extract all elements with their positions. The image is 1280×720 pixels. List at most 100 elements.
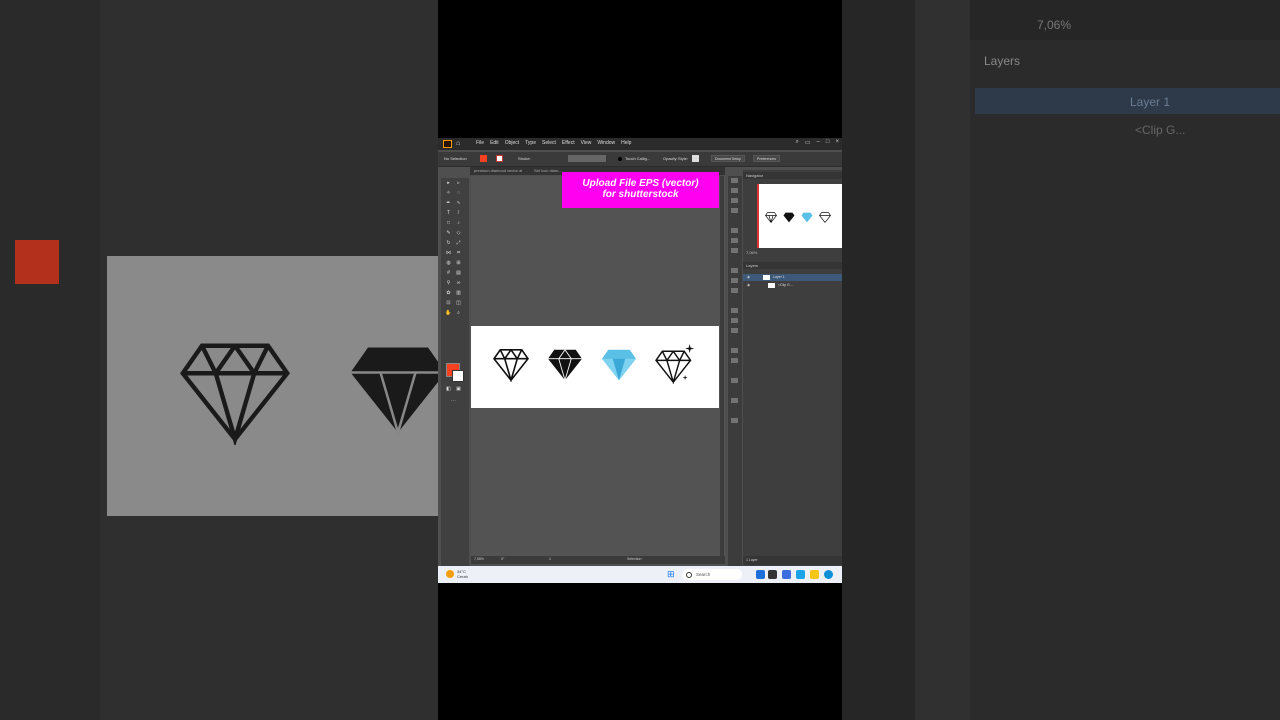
- brushes-panel-icon[interactable]: [731, 278, 738, 283]
- scale-tool-icon[interactable]: ⤢: [455, 240, 462, 246]
- properties-panel-icon[interactable]: [731, 178, 738, 183]
- menu-window[interactable]: Window: [597, 140, 615, 146]
- asset-export-panel-icon[interactable]: [731, 398, 738, 403]
- navigator-thumbnail[interactable]: [757, 184, 842, 248]
- curvature-tool-icon[interactable]: ∿: [455, 200, 462, 206]
- artboard-tool-icon[interactable]: ⊡: [445, 300, 452, 306]
- width-tool-icon[interactable]: ⋈: [445, 250, 452, 256]
- line-tool-icon[interactable]: /: [455, 210, 462, 216]
- blend-tool-icon[interactable]: ∞: [455, 280, 462, 286]
- draw-mode-icon[interactable]: ◧: [445, 386, 452, 392]
- pen-tool-icon[interactable]: ✒: [445, 200, 452, 206]
- eye-icon[interactable]: ◉: [747, 274, 750, 281]
- tab-premium-diamond[interactable]: premium diamond vector ai: [474, 168, 522, 173]
- hand-tool-icon[interactable]: ✋: [445, 310, 452, 316]
- edge-browser-icon[interactable]: [824, 570, 833, 579]
- eyedropper-tool-icon[interactable]: ⚲: [445, 280, 452, 286]
- graphic-styles-panel-icon[interactable]: [731, 358, 738, 363]
- stroke-weight-field[interactable]: [568, 155, 606, 162]
- task-view-icon[interactable]: [756, 570, 765, 579]
- menu-object[interactable]: Object: [505, 140, 519, 146]
- diamond-sparkle-icon[interactable]: [655, 344, 697, 384]
- comments-panel-icon[interactable]: [731, 378, 738, 383]
- fill-color-control[interactable]: [480, 155, 487, 162]
- windows-start-icon[interactable]: ⊞: [667, 570, 675, 579]
- zoom-tool-icon[interactable]: ⌕: [455, 310, 462, 316]
- screen-mode-icon[interactable]: ▣: [455, 386, 462, 392]
- navigator-view-box[interactable]: [757, 184, 759, 248]
- stroke-panel-icon[interactable]: [731, 308, 738, 313]
- weather-widget[interactable]: 34°C Cerah: [457, 569, 468, 579]
- menu-select[interactable]: Select: [542, 140, 556, 146]
- free-transform-tool-icon[interactable]: ⌗: [455, 250, 462, 256]
- menu-edit[interactable]: Edit: [490, 140, 499, 146]
- layer-row-2[interactable]: ◉ <Clip G...: [743, 282, 842, 289]
- search-icon[interactable]: ⌕: [795, 139, 798, 146]
- layer-2-label[interactable]: <Clip G...: [778, 282, 793, 289]
- stroke-swatch[interactable]: [452, 370, 464, 382]
- folder-icon[interactable]: [810, 570, 819, 579]
- more-tools-icon[interactable]: ⋯: [450, 398, 457, 404]
- brush-label[interactable]: Touch Callig...: [625, 156, 650, 161]
- menu-file[interactable]: File: [476, 140, 484, 146]
- rectangle-tool-icon[interactable]: □: [445, 220, 452, 226]
- vertical-scrollbar[interactable]: [720, 176, 724, 556]
- document-setup-button[interactable]: Document Setup: [711, 155, 746, 162]
- direct-selection-tool-icon[interactable]: ▹: [455, 180, 462, 186]
- appearance-panel-icon[interactable]: [731, 348, 738, 353]
- symbols-panel-icon[interactable]: [731, 288, 738, 293]
- chat-icon[interactable]: [782, 570, 791, 579]
- gradient-tool-icon[interactable]: ▤: [455, 270, 462, 276]
- perspective-tool-icon[interactable]: ⊞: [455, 260, 462, 266]
- widgets-icon[interactable]: [768, 570, 777, 579]
- gradient-panel-icon[interactable]: [731, 318, 738, 323]
- artboard[interactable]: [471, 326, 719, 408]
- layer-1-label[interactable]: Layer 1: [773, 274, 785, 281]
- selection-tool-icon[interactable]: ▸: [445, 180, 452, 186]
- layers-panel-title[interactable]: Layers: [743, 262, 842, 269]
- info-panel-icon[interactable]: [731, 198, 738, 203]
- color-panel-icon[interactable]: [731, 248, 738, 253]
- minimize-button[interactable]: –: [817, 139, 820, 146]
- menu-effect[interactable]: Effect: [562, 140, 575, 146]
- lasso-tool-icon[interactable]: ◌: [455, 190, 462, 196]
- explorer-icon[interactable]: [796, 570, 805, 579]
- align-panel-icon[interactable]: [731, 228, 738, 233]
- artboards-panel-icon[interactable]: [731, 418, 738, 423]
- diamond-outline-icon[interactable]: [493, 348, 529, 382]
- stroke-color-control[interactable]: [496, 155, 503, 162]
- canvas-area[interactable]: [471, 176, 725, 558]
- preferences-button[interactable]: Preferences: [753, 155, 780, 162]
- type-tool-icon[interactable]: T: [445, 210, 452, 216]
- close-button[interactable]: ×: [835, 139, 839, 146]
- graph-tool-icon[interactable]: ▥: [455, 290, 462, 296]
- paintbrush-tool-icon[interactable]: ♪: [455, 220, 462, 226]
- slice-tool-icon[interactable]: ◫: [455, 300, 462, 306]
- libraries-panel-icon[interactable]: [731, 188, 738, 193]
- menu-view[interactable]: View: [581, 140, 592, 146]
- shaper-tool-icon[interactable]: ✎: [445, 230, 452, 236]
- eye-icon[interactable]: ◉: [747, 282, 750, 289]
- symbol-sprayer-tool-icon[interactable]: ✿: [445, 290, 452, 296]
- rotation-value[interactable]: 0°: [501, 557, 504, 561]
- pathfinder-panel-icon[interactable]: [731, 238, 738, 243]
- navigator-panel-title[interactable]: Navigator: [743, 172, 842, 179]
- eraser-tool-icon[interactable]: ◇: [455, 230, 462, 236]
- rotate-tool-icon[interactable]: ↻: [445, 240, 452, 246]
- navigator-zoom[interactable]: 7,06%: [746, 250, 757, 255]
- magic-wand-tool-icon[interactable]: ✧: [445, 190, 452, 196]
- diamond-blue-icon[interactable]: [601, 348, 637, 382]
- arrange-icon[interactable]: ▭: [805, 139, 811, 146]
- shape-builder-tool-icon[interactable]: ◍: [445, 260, 452, 266]
- diamond-solid-icon[interactable]: [547, 348, 583, 382]
- home-icon[interactable]: ⌂: [456, 139, 460, 148]
- artboard-number[interactable]: 1: [549, 557, 551, 561]
- zoom-level[interactable]: 7,06%: [474, 557, 484, 561]
- menu-help[interactable]: Help: [621, 140, 631, 146]
- tab-set-icon-diamond[interactable]: Set icon diam...: [534, 168, 562, 173]
- menu-type[interactable]: Type: [525, 140, 536, 146]
- opacity-field[interactable]: [692, 155, 699, 162]
- layer-row-1[interactable]: ◉ Layer 1: [743, 274, 842, 281]
- weather-sun-icon[interactable]: [446, 570, 454, 578]
- maximize-button[interactable]: □: [826, 139, 830, 146]
